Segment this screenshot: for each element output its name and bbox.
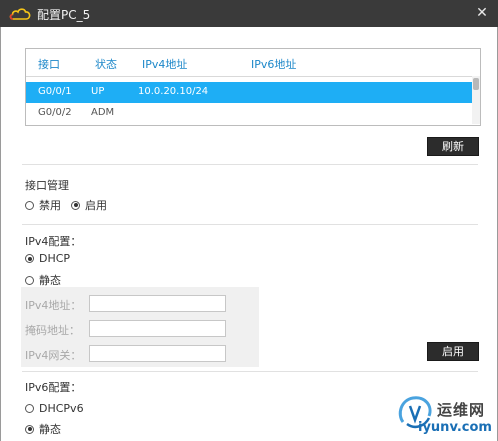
cell-interface: G0/0/2 <box>38 107 72 118</box>
window-title: 配置PC_5 <box>37 8 91 22</box>
ipv4-gateway-label: IPv4网关： <box>25 349 82 362</box>
config-window: 配置PC_5 ✕ 接口 状态 IPv4地址 IPv6地址 G0/0/1 UP 1… <box>0 0 498 441</box>
radio-disable-indicator[interactable] <box>25 200 34 210</box>
cell-status: ADM <box>91 107 115 118</box>
divider <box>22 224 478 225</box>
column-header-ipv6: IPv6地址 <box>251 58 297 71</box>
watermark-url: iyunv.com <box>418 420 492 435</box>
radio-enable-label: 启用 <box>85 199 107 212</box>
table-scrollbar[interactable] <box>472 76 480 124</box>
divider <box>22 371 478 372</box>
column-header-ipv4: IPv4地址 <box>142 58 188 71</box>
radio-disable[interactable]: 禁用 <box>25 197 61 213</box>
radio-ipv6-dhcpv6-indicator[interactable] <box>25 404 34 413</box>
close-button[interactable]: ✕ <box>472 3 492 23</box>
radio-ipv6-static-label: 静态 <box>39 423 61 436</box>
ipv6-config-title: IPv6配置： <box>25 381 82 394</box>
scrollbar-thumb[interactable] <box>473 78 479 90</box>
cloud-icon <box>9 8 31 20</box>
subnet-mask-input[interactable] <box>89 320 226 337</box>
title-bar[interactable]: 配置PC_5 ✕ <box>0 0 498 27</box>
radio-ipv6-dhcpv6[interactable]: DHCPv6 <box>25 402 84 415</box>
table-row[interactable]: G0/0/2 ADM <box>26 103 472 124</box>
radio-ipv6-static[interactable]: 静态 <box>25 421 61 437</box>
interface-table: 接口 状态 IPv4地址 IPv6地址 G0/0/1 UP 10.0.20.10… <box>25 48 481 126</box>
radio-ipv4-dhcp-indicator[interactable] <box>25 254 34 263</box>
column-header-status: 状态 <box>95 58 117 71</box>
radio-ipv6-dhcpv6-label: DHCPv6 <box>39 402 84 415</box>
cell-ipv4: 10.0.20.10/24 <box>138 86 209 97</box>
subnet-mask-label: 掩码地址： <box>25 324 80 337</box>
cell-status: UP <box>91 86 105 97</box>
ipv4-config-title: IPv4配置： <box>25 235 82 248</box>
radio-ipv4-static-label: 静态 <box>39 274 61 287</box>
apply-button[interactable]: 启用 <box>427 342 479 361</box>
radio-enable-indicator[interactable] <box>71 200 80 210</box>
interface-mgmt-options: 禁用 启用 <box>25 197 117 213</box>
radio-ipv4-static[interactable]: 静态 <box>25 272 61 288</box>
ipv4-gateway-input[interactable] <box>89 345 226 362</box>
ipv4-address-input[interactable] <box>89 295 226 312</box>
watermark-name: 运维网 <box>437 401 486 419</box>
cell-interface: G0/0/1 <box>38 86 72 97</box>
column-header-interface: 接口 <box>38 58 60 71</box>
ipv4-static-panel: IPv4地址： 掩码地址： IPv4网关： <box>21 287 259 367</box>
divider <box>22 164 478 165</box>
radio-ipv4-static-indicator[interactable] <box>25 275 34 285</box>
table-row[interactable]: G0/0/1 UP 10.0.20.10/24 <box>26 82 472 103</box>
radio-ipv6-static-indicator[interactable] <box>25 424 34 434</box>
interface-mgmt-title: 接口管理 <box>25 179 69 192</box>
radio-ipv4-dhcp-label: DHCP <box>39 252 71 265</box>
radio-disable-label: 禁用 <box>39 199 61 212</box>
table-header-divider <box>26 76 480 77</box>
ipv4-address-label: IPv4地址： <box>25 299 82 312</box>
window-border-left <box>0 27 1 441</box>
radio-enable[interactable]: 启用 <box>71 197 107 213</box>
radio-ipv4-dhcp[interactable]: DHCP <box>25 252 70 265</box>
refresh-button[interactable]: 刷新 <box>427 137 479 156</box>
